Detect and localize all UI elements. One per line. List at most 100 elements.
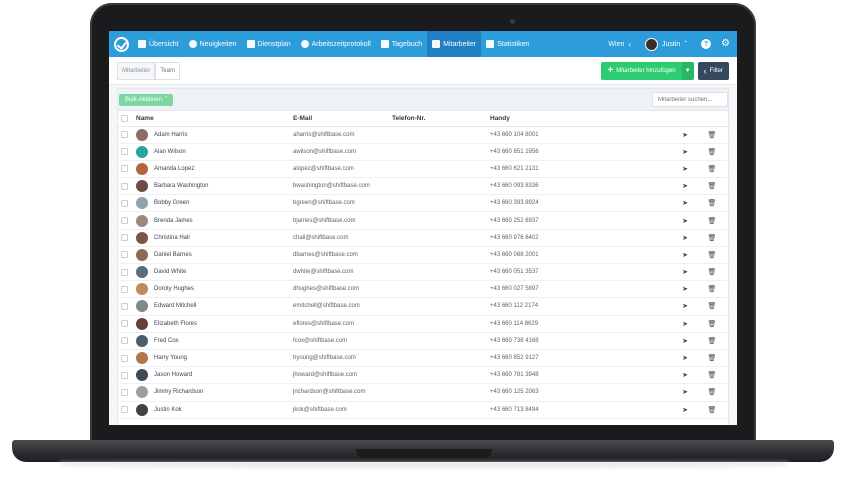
send-icon[interactable]: ➤	[676, 126, 694, 144]
nav-item-statistiken[interactable]: Statistiken	[481, 31, 534, 57]
employee-name[interactable]: Jimmy Richardson	[154, 389, 203, 395]
trash-icon[interactable]: 🗑	[694, 160, 730, 179]
trash-icon[interactable]: 🗑	[694, 263, 730, 282]
table-row[interactable]: Christina Hall chall@shiftbase.com +43 660…	[118, 229, 730, 247]
user-menu[interactable]: Justin ˇ	[637, 37, 695, 51]
trash-icon[interactable]: 🗑	[694, 229, 730, 247]
table-row[interactable]: David White dwhite@shiftbase.com +43 660 0…	[118, 263, 730, 282]
trash-icon[interactable]: 🗑	[694, 280, 730, 299]
trash-icon[interactable]: 🗑	[694, 126, 730, 144]
send-icon[interactable]: ➤	[676, 194, 694, 213]
send-icon[interactable]: ➤	[676, 143, 694, 161]
row-checkbox[interactable]	[121, 165, 128, 173]
send-icon[interactable]: ➤	[676, 211, 694, 230]
employee-name[interactable]: Adam Harris	[154, 132, 187, 138]
send-icon[interactable]: ➤	[676, 263, 694, 282]
trash-icon[interactable]: 🗑	[694, 332, 730, 350]
employee-name[interactable]: Daniel Barnes	[154, 252, 192, 258]
help-icon[interactable]: ?	[701, 39, 711, 49]
select-all-checkbox[interactable]	[121, 114, 128, 122]
add-employee-button[interactable]: + Mitarbeiter hinzufügen	[601, 61, 682, 80]
row-checkbox[interactable]	[121, 217, 128, 225]
table-row[interactable]: Brenda James bjames@shiftbase.com +43 660 …	[118, 211, 730, 230]
app-logo[interactable]	[109, 31, 133, 57]
table-row[interactable]: Adam Harris aharris@shiftbase.com +43 660 …	[118, 126, 730, 144]
trash-icon[interactable]: 🗑	[694, 315, 730, 333]
trash-icon[interactable]: 🗑	[694, 177, 730, 196]
send-icon[interactable]: ➤	[676, 280, 694, 299]
table-row[interactable]: Fred Cox fcox@shiftbase.com +43 660 738 41…	[118, 332, 730, 350]
header-name[interactable]: Name	[136, 111, 293, 127]
send-icon[interactable]: ➤	[676, 349, 694, 368]
nav-item-übersicht[interactable]: Übersicht	[133, 31, 184, 57]
employee-name[interactable]: Alan Wilson	[154, 149, 186, 155]
location-selector[interactable]: Wien ‹	[602, 40, 637, 49]
search-input[interactable]	[652, 92, 728, 107]
employee-name[interactable]: David White	[154, 269, 186, 275]
send-icon[interactable]: ➤	[676, 383, 694, 402]
row-checkbox[interactable]	[121, 388, 128, 396]
trash-icon[interactable]: 🗑	[694, 297, 730, 316]
trash-icon[interactable]: 🗑	[694, 401, 730, 419]
trash-icon[interactable]: 🗑	[694, 366, 730, 385]
table-row[interactable]: Amanda Lopez alopez@shiftbase.com +43 660 …	[118, 160, 730, 179]
row-checkbox[interactable]	[121, 182, 128, 190]
tab-team[interactable]: Team	[155, 61, 181, 80]
send-icon[interactable]: ➤	[676, 366, 694, 385]
gear-icon[interactable]: ⚙	[721, 39, 731, 49]
nav-item-dienstplan[interactable]: Dienstplan	[242, 31, 296, 57]
row-checkbox[interactable]	[121, 320, 128, 328]
table-row[interactable]: Daniel Barnes dbarnes@shiftbase.com +43 66…	[118, 246, 730, 265]
filter-button[interactable]: ‹ Filter	[697, 61, 729, 80]
employee-name[interactable]: Edward Mitchell	[154, 303, 196, 309]
employee-name[interactable]: Doroty Hughes	[154, 286, 194, 292]
trash-icon[interactable]: 🗑	[694, 349, 730, 368]
employee-name[interactable]: Bobby Green	[154, 200, 189, 206]
trash-icon[interactable]: 🗑	[694, 194, 730, 213]
table-row[interactable]: Edward Mitchell emitchell@shiftbase.com +4…	[118, 297, 730, 316]
row-checkbox[interactable]	[121, 131, 128, 139]
trash-icon[interactable]: 🗑	[694, 143, 730, 161]
row-checkbox[interactable]	[121, 371, 128, 379]
table-row[interactable]: Jason Howard jhoward@shiftbase.com +43 660…	[118, 366, 730, 385]
employee-name[interactable]: Amanda Lopez	[154, 166, 194, 172]
header-phone[interactable]: Telefon-Nr.	[392, 111, 490, 127]
employee-name[interactable]: Fred Cox	[154, 338, 179, 344]
row-checkbox[interactable]	[121, 234, 128, 242]
employee-name[interactable]: Elizabeth Flores	[154, 321, 197, 327]
trash-icon[interactable]: 🗑	[694, 246, 730, 265]
employee-name[interactable]: Christina Hall	[154, 235, 190, 241]
employee-name[interactable]: Harry Young	[154, 355, 187, 361]
trash-icon[interactable]: 🗑	[694, 211, 730, 230]
send-icon[interactable]: ➤	[676, 246, 694, 265]
table-row[interactable]: Harry Young hyoung@shiftbase.com +43 660 8…	[118, 349, 730, 368]
send-icon[interactable]: ➤	[676, 297, 694, 316]
table-row[interactable]: Barbara Washington bwashington@shiftbase.…	[118, 177, 730, 196]
send-icon[interactable]: ➤	[676, 160, 694, 179]
employee-name[interactable]: Barbara Washington	[154, 183, 208, 189]
nav-item-neuigkeiten[interactable]: Neuigkeiten	[184, 31, 242, 57]
nav-item-tagebuch[interactable]: Tagebuch	[376, 31, 427, 57]
send-icon[interactable]: ➤	[676, 401, 694, 419]
header-mobile[interactable]: Handy	[490, 111, 676, 127]
send-icon[interactable]: ➤	[676, 177, 694, 196]
table-row[interactable]: Bobby Green bgreen@shiftbase.com +43 660 3…	[118, 194, 730, 213]
row-checkbox[interactable]	[121, 148, 128, 156]
table-row[interactable]: Jimmy Richardson jrichardson@shiftbase.co…	[118, 383, 730, 402]
row-checkbox[interactable]	[121, 285, 128, 293]
send-icon[interactable]: ➤	[676, 332, 694, 350]
employee-name[interactable]: Jason Howard	[154, 372, 192, 378]
header-email[interactable]: E-Mail	[293, 111, 392, 127]
send-icon[interactable]: ➤	[676, 315, 694, 333]
employee-name[interactable]: Justin Kok	[154, 407, 182, 413]
trash-icon[interactable]: 🗑	[694, 383, 730, 402]
bulk-actions-button[interactable]: Bulk-Aktionen ˇ	[119, 93, 174, 106]
nav-item-mitarbeiter[interactable]: Mitarbeiter	[427, 31, 482, 57]
nav-item-arbeitszeitprotokoll[interactable]: Arbeitszeitprotokoll	[296, 31, 376, 57]
table-row[interactable]: Justin Kok jkok@shiftbase.com +43 660 713 …	[118, 401, 730, 419]
tab-mitarbeiter[interactable]: Mitarbeiter	[117, 61, 156, 80]
row-checkbox[interactable]	[121, 406, 128, 414]
chevron-down-icon[interactable]: ▼	[681, 61, 694, 80]
table-row[interactable]: Doroty Hughes dhughes@shiftbase.com +43 66…	[118, 280, 730, 299]
send-icon[interactable]: ➤	[676, 229, 694, 247]
